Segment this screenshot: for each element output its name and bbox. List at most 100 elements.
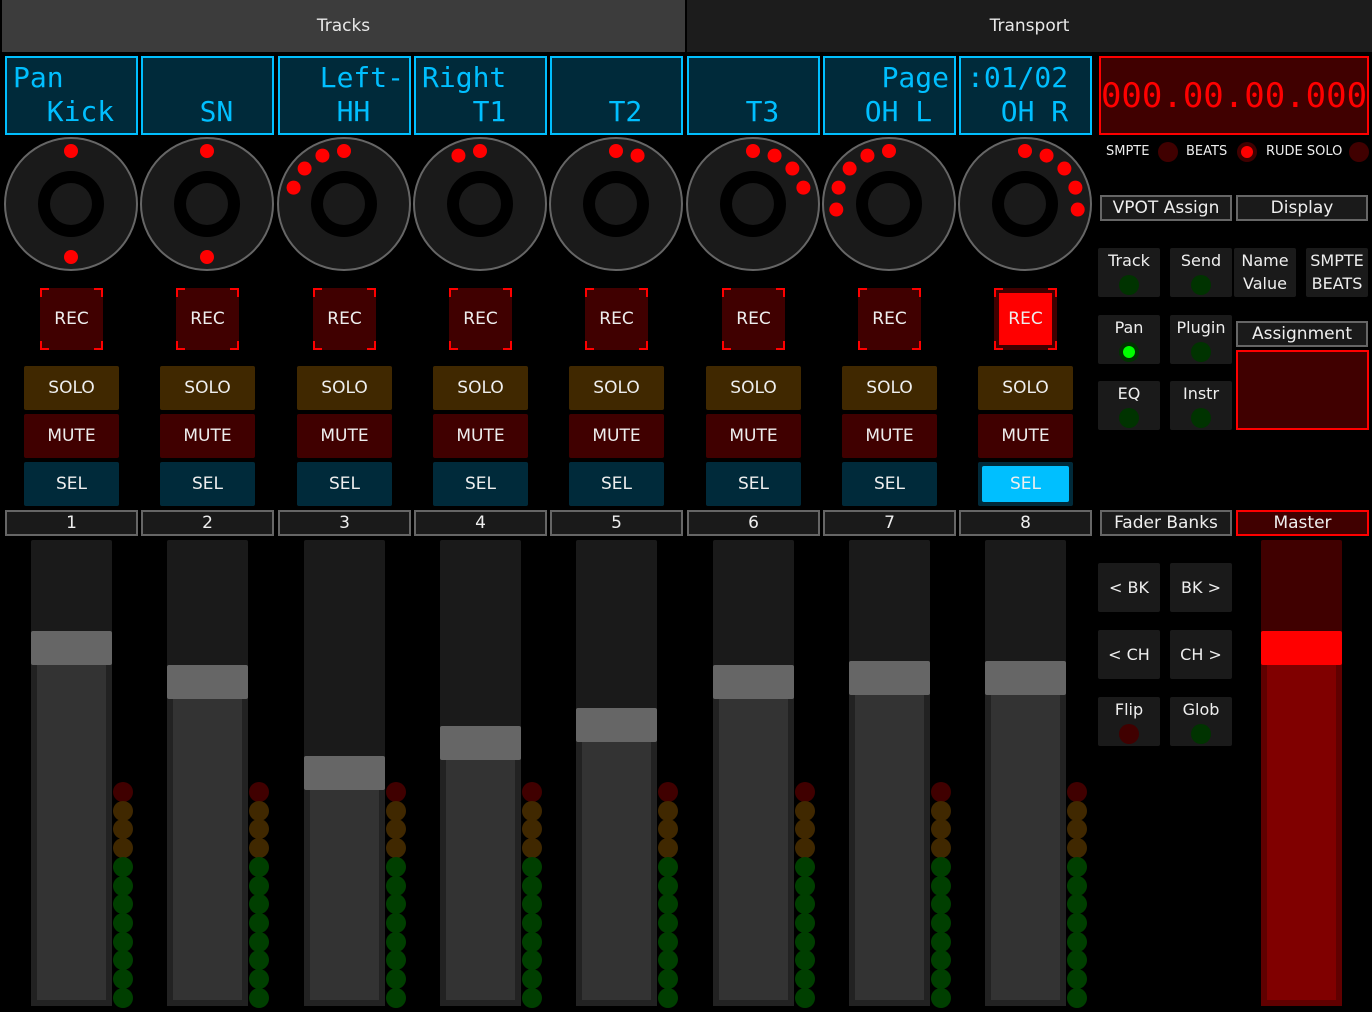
mute-button[interactable]: MUTE [297, 414, 392, 458]
meter-led [249, 875, 269, 896]
ring-led [630, 148, 645, 163]
solo-button[interactable]: SOLO [297, 366, 392, 410]
master-fader[interactable] [1261, 540, 1342, 1006]
vpot-plugin-button[interactable]: Plugin [1170, 315, 1232, 364]
sel-button[interactable]: SEL [433, 462, 528, 506]
vpot-send-button[interactable]: Send [1170, 248, 1232, 297]
meter-led [522, 987, 542, 1008]
fader-fill-inner [173, 682, 242, 1000]
fader-handle[interactable] [849, 660, 930, 695]
mute-button[interactable]: MUTE [842, 414, 937, 458]
bank-right-button[interactable]: BK > [1170, 563, 1232, 612]
rec-button[interactable]: REC [585, 288, 648, 350]
smpte-beats-button[interactable]: SMPTE BEATS [1306, 248, 1368, 297]
vpot-knob[interactable] [821, 136, 957, 272]
sel-button[interactable]: SEL [160, 462, 255, 506]
bank-left-button[interactable]: < BK [1098, 563, 1160, 612]
rec-corner [449, 288, 458, 297]
fader-fill-inner [582, 725, 651, 1000]
meter-led [658, 875, 678, 896]
channel-fader[interactable] [849, 540, 930, 1006]
vpot-knob[interactable] [957, 136, 1093, 272]
channel-fader[interactable] [167, 540, 248, 1006]
master-fader-handle[interactable] [1261, 630, 1342, 665]
vpot-pan-button[interactable]: Pan [1098, 315, 1160, 364]
vpot-knob[interactable] [412, 136, 548, 272]
sel-button[interactable]: SEL [706, 462, 801, 506]
meter-led [795, 838, 815, 859]
mute-button[interactable]: MUTE [978, 414, 1073, 458]
sel-button[interactable]: SEL [569, 462, 664, 506]
rec-button[interactable]: REC [176, 288, 239, 350]
sel-button[interactable]: SEL [842, 462, 937, 506]
fader-handle[interactable] [576, 708, 657, 743]
solo-button[interactable]: SOLO [160, 366, 255, 410]
vpot-knob[interactable] [139, 136, 275, 272]
sel-button[interactable]: SEL [297, 462, 392, 506]
ring-led [473, 144, 487, 158]
vpot-knob[interactable] [3, 136, 139, 272]
rec-button[interactable]: REC [722, 288, 785, 350]
vpot-track-button[interactable]: Track [1098, 248, 1160, 297]
vpot-knob[interactable] [685, 136, 821, 272]
fader-handle[interactable] [713, 665, 794, 700]
name-value-button[interactable]: Name Value [1234, 248, 1296, 297]
ring-led [297, 161, 312, 176]
fader-handle[interactable] [31, 630, 112, 665]
solo-button[interactable]: SOLO [706, 366, 801, 410]
sel-label: SEL [1009, 474, 1041, 494]
vpot-instr-button[interactable]: Instr [1170, 381, 1232, 430]
fader-handle[interactable] [167, 665, 248, 700]
solo-button[interactable]: SOLO [24, 366, 119, 410]
rec-button[interactable]: REC [449, 288, 512, 350]
solo-button[interactable]: SOLO [842, 366, 937, 410]
rec-button[interactable]: REC [313, 288, 376, 350]
solo-button[interactable]: SOLO [433, 366, 528, 410]
channel-fader[interactable] [713, 540, 794, 1006]
button-label: BEATS [1311, 274, 1363, 293]
vpot-knob[interactable] [548, 136, 684, 272]
rude-solo-led [1349, 142, 1369, 162]
sel-button[interactable]: SEL [978, 462, 1073, 506]
vpot-eq-button[interactable]: EQ [1098, 381, 1160, 430]
channel-fader[interactable] [576, 540, 657, 1006]
mute-button[interactable]: MUTE [569, 414, 664, 458]
channel-fader[interactable] [440, 540, 521, 1006]
meter-led [658, 838, 678, 859]
mute-button[interactable]: MUTE [433, 414, 528, 458]
channel-fader[interactable] [985, 540, 1066, 1006]
sel-button[interactable]: SEL [24, 462, 119, 506]
meter-led [249, 931, 269, 952]
knob-center [868, 183, 910, 225]
lcd-line-1: Left- [286, 61, 405, 94]
flip-button[interactable]: Flip [1098, 697, 1160, 746]
meter-led [795, 950, 815, 971]
button-label: SMPTE [1310, 251, 1364, 270]
meter-led [1067, 819, 1087, 840]
channel-fader[interactable] [31, 540, 112, 1006]
rec-button[interactable]: REC [858, 288, 921, 350]
tab-tracks[interactable]: Tracks [2, 0, 685, 52]
vpot-knob[interactable] [276, 136, 412, 272]
tab-transport[interactable]: Transport [687, 0, 1372, 52]
master-header: Master [1236, 510, 1369, 536]
rec-label: REC [872, 309, 907, 329]
fader-fill-inner [446, 742, 515, 1000]
channel-right-button[interactable]: CH > [1170, 630, 1232, 679]
ring-led [796, 180, 811, 195]
fader-handle[interactable] [985, 660, 1066, 695]
channel-fader[interactable] [304, 540, 385, 1006]
meter-led [931, 931, 951, 952]
fader-handle[interactable] [304, 756, 385, 790]
mute-button[interactable]: MUTE [24, 414, 119, 458]
glob-button[interactable]: Glob [1170, 697, 1232, 746]
mute-button[interactable]: MUTE [160, 414, 255, 458]
fader-fill [167, 682, 248, 1006]
mute-button[interactable]: MUTE [706, 414, 801, 458]
fader-handle[interactable] [440, 725, 521, 760]
rec-button[interactable]: REC [994, 288, 1057, 350]
solo-button[interactable]: SOLO [569, 366, 664, 410]
rec-button[interactable]: REC [40, 288, 103, 350]
channel-left-button[interactable]: < CH [1098, 630, 1160, 679]
solo-button[interactable]: SOLO [978, 366, 1073, 410]
